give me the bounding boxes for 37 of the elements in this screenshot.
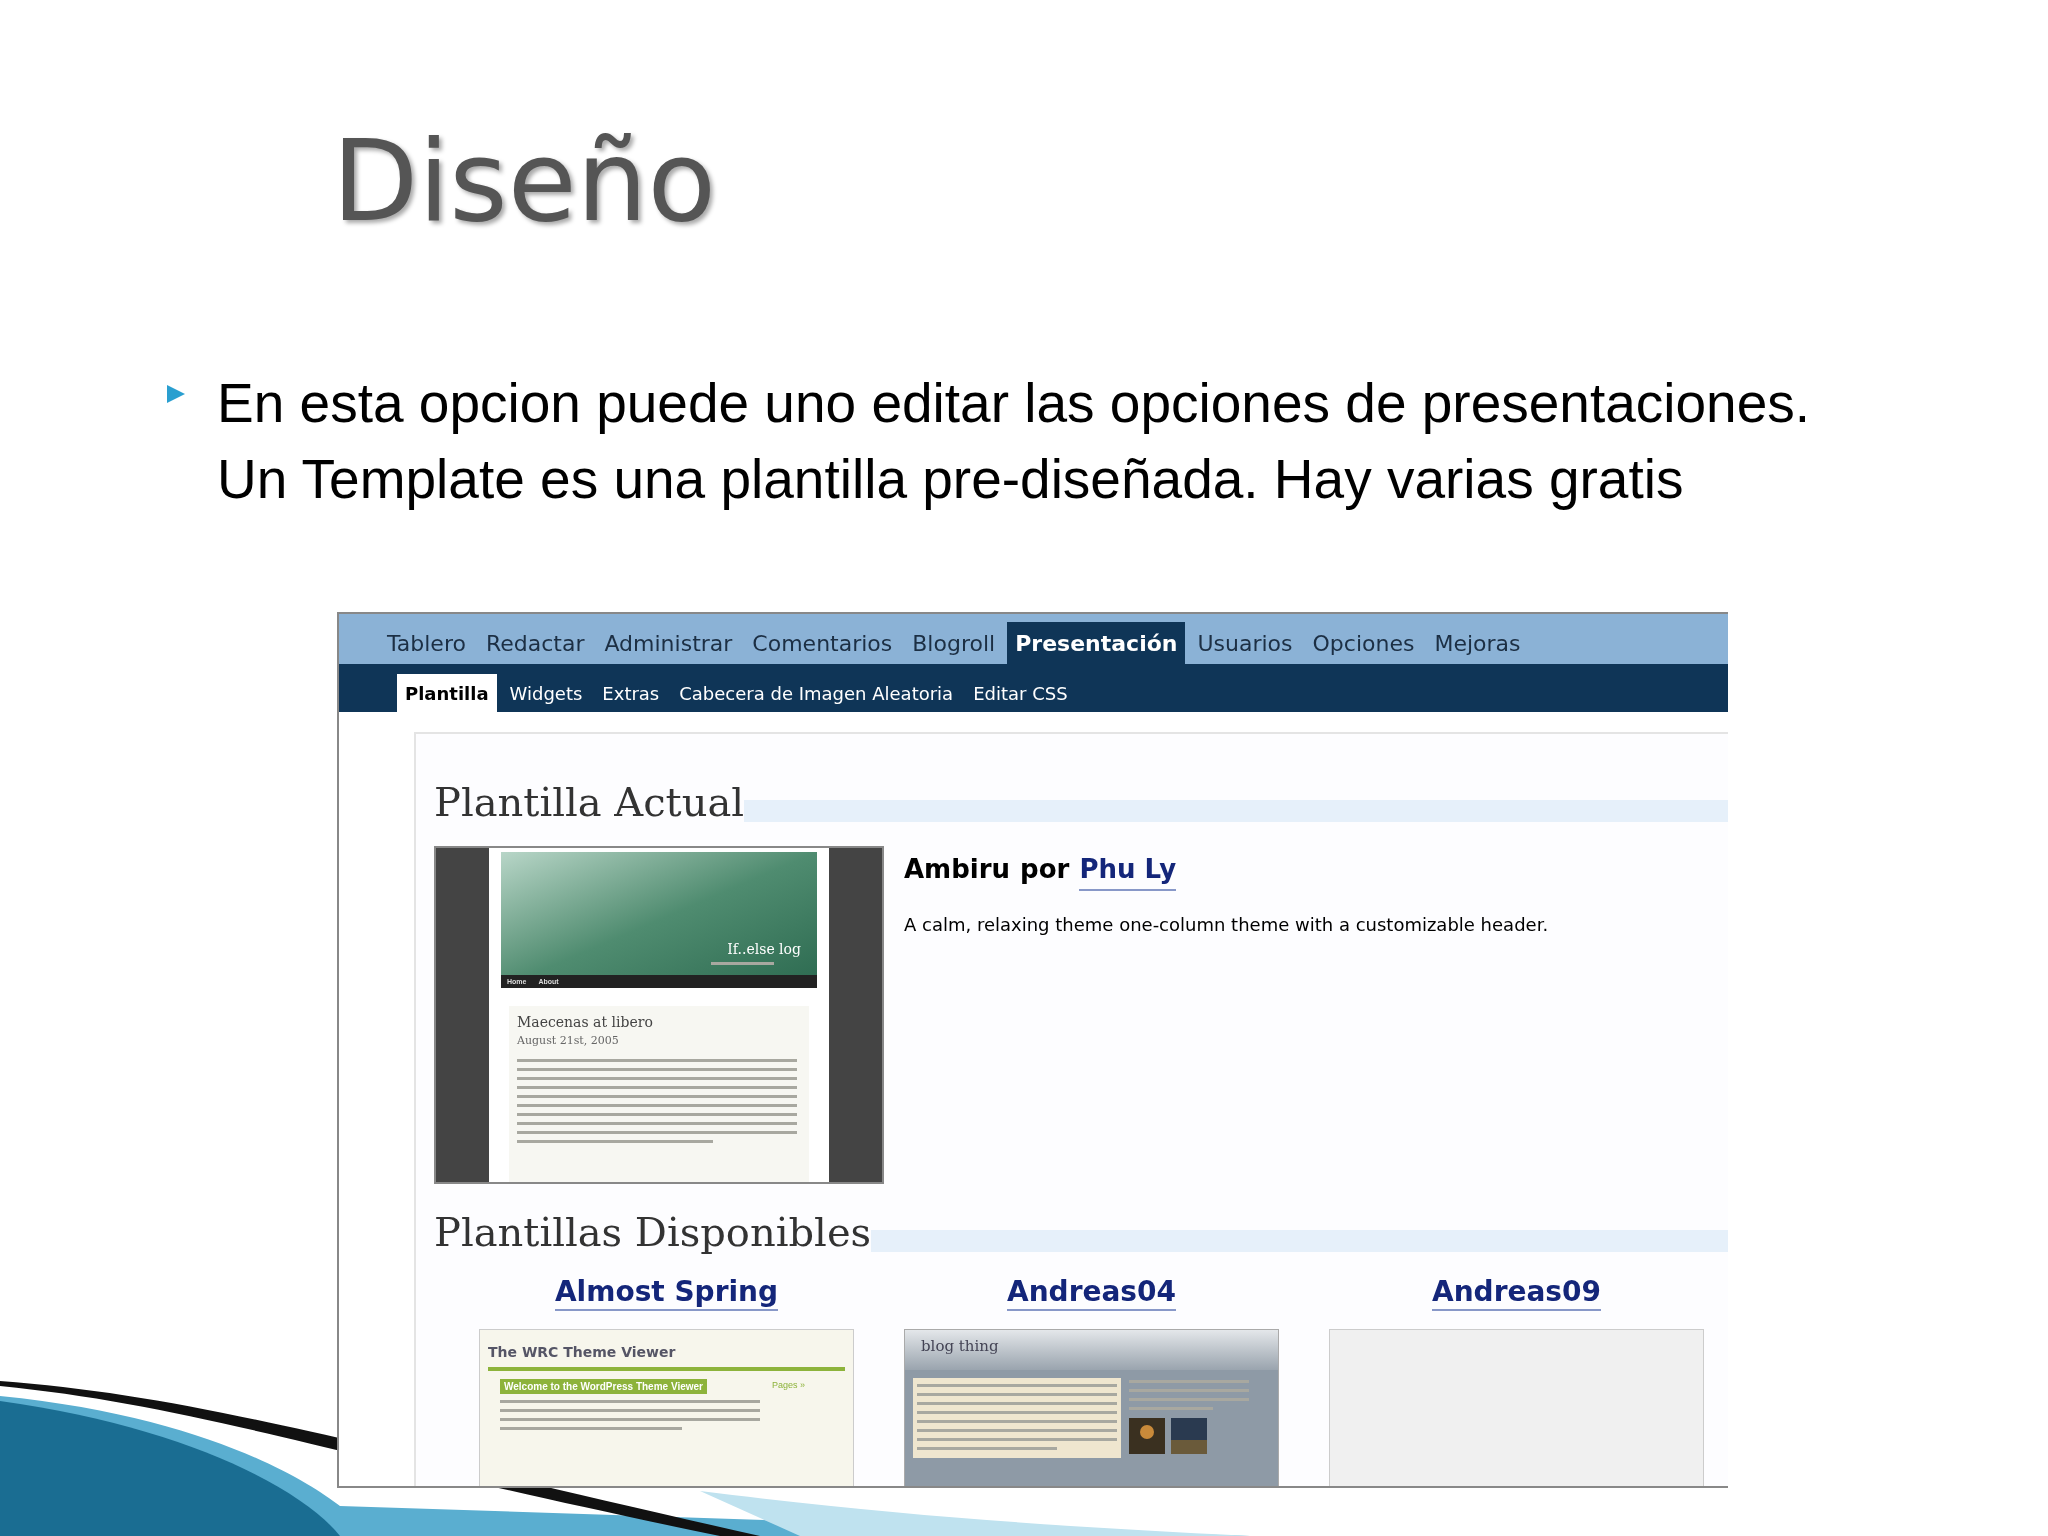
preview-post-title: Welcome to the WordPress Theme Viewer	[500, 1379, 707, 1394]
preview-post-date: August 21st, 2005	[517, 1032, 620, 1049]
menu-tab[interactable]: Comentarios	[744, 622, 901, 664]
preview-sidebar-text: Pages »	[772, 1379, 806, 1392]
theme-description: A calm, relaxing theme one-column theme with a customizable header.	[904, 913, 1549, 937]
theme-thumbnail[interactable]: The WRC Theme Viewer Welcome to the WordPress Theme Viewer Pages »	[479, 1329, 854, 1486]
section-heading: Plantillas Disponibles	[434, 1212, 872, 1254]
theme-link[interactable]: Andreas04	[1007, 1274, 1176, 1311]
bullet-text: En esta opcion puede uno editar las opciones de presentaciones. Un Template es una plantilla pre-diseñada. Hay varias gratis	[217, 371, 1812, 512]
theme-thumbnail[interactable]	[1329, 1329, 1704, 1486]
author-link[interactable]: Phu Ly	[1079, 850, 1177, 891]
by-label: por	[1020, 853, 1070, 886]
menu-tab[interactable]: Tablero	[379, 622, 474, 664]
submenu-tab[interactable]: Plantilla	[397, 674, 497, 712]
menu-tab[interactable]: Presentación	[1007, 622, 1186, 664]
preview-title: blog thing	[921, 1337, 999, 1355]
menu-tab[interactable]: Blogroll	[904, 622, 1004, 664]
submenu-tab[interactable]: Cabecera de Imagen Aleatoria	[672, 674, 961, 712]
preview-title: The WRC Theme Viewer	[488, 1342, 845, 1371]
preview-blog-title: If..else log	[727, 939, 801, 959]
section-heading: Plantilla Actual	[434, 782, 745, 824]
theme-link[interactable]: Andreas09	[1432, 1274, 1601, 1311]
menu-tab[interactable]: Administrar	[596, 622, 741, 664]
submenu-tab[interactable]: Editar CSS	[966, 674, 1075, 712]
menu-tab[interactable]: Usuarios	[1189, 622, 1301, 664]
menu-tab[interactable]: Opciones	[1304, 622, 1423, 664]
submenu-tab[interactable]: Widgets	[502, 674, 590, 712]
menu-tab[interactable]: Mejoras	[1426, 622, 1529, 664]
menu-tab[interactable]: Redactar	[477, 622, 593, 664]
slide-title: Diseño	[332, 125, 718, 237]
theme-link[interactable]: Almost Spring	[554, 1274, 779, 1311]
preview-post-title: Maecenas at libero	[517, 1012, 654, 1032]
bullet-icon	[165, 383, 187, 405]
submenu-tab[interactable]: Extras	[595, 674, 667, 712]
theme-thumbnail[interactable]: blog thing	[904, 1329, 1279, 1486]
theme-name: Ambiru	[904, 853, 1011, 886]
photo-thumbnails-icon	[1129, 1418, 1209, 1454]
